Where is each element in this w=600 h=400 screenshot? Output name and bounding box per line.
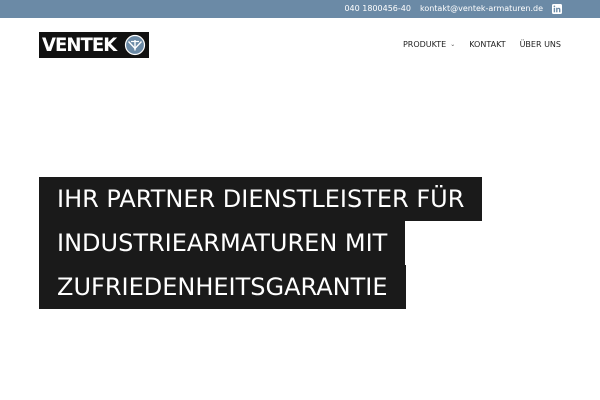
nav-item-kontakt[interactable]: KONTAKT <box>469 39 505 51</box>
ventek-logo[interactable]: VENTEK <box>39 32 149 58</box>
nav-item-label: KONTAKT <box>469 40 506 49</box>
site-header: VENTEK PRODUKTE ⌄ KONTAKT ÜBER UNS <box>0 18 600 72</box>
hero-line-2: INDUSTRIEARMATUREN MIT <box>39 221 406 265</box>
nav-item-ueber-uns[interactable]: ÜBER UNS <box>520 39 561 51</box>
phone-link[interactable]: 040 1800456-40 <box>344 0 411 18</box>
chevron-down-icon: ⌄ <box>450 41 456 48</box>
main-nav: PRODUKTE ⌄ KONTAKT ÜBER UNS <box>389 39 561 51</box>
top-bar: 040 1800456-40 kontakt@ventek-armaturen.… <box>0 0 600 18</box>
hero-line-3: ZUFRIEDENHEITSGARANTIE <box>39 265 406 309</box>
hero-line-1: IHR PARTNER DIENSTLEISTER FÜR <box>39 177 483 221</box>
nav-item-produkte[interactable]: PRODUKTE ⌄ <box>403 39 455 51</box>
valve-icon <box>124 34 146 56</box>
nav-item-label: ÜBER UNS <box>519 40 561 49</box>
hero-headline: IHR PARTNER DIENSTLEISTER FÜR INDUSTRIEA… <box>39 177 483 309</box>
logo-text: VENTEK <box>42 34 117 56</box>
nav-item-label: PRODUKTE <box>402 40 447 49</box>
linkedin-icon[interactable] <box>552 4 562 14</box>
email-link[interactable]: kontakt@ventek-armaturen.de <box>420 0 543 18</box>
